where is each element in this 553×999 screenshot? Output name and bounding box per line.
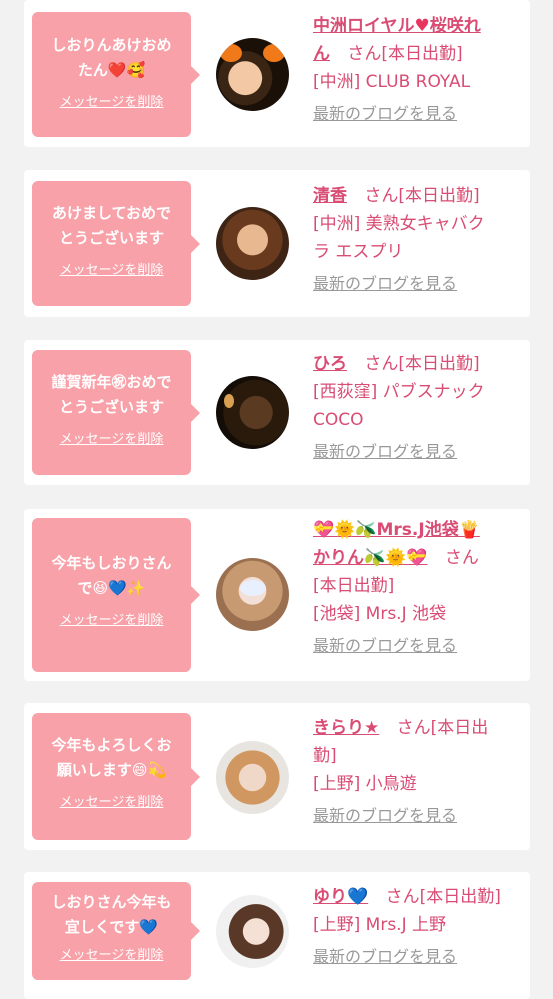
message-card: しおりさん今年も 宜しくです💙 メッセージを削除 ゆり💙 さん[本日出勤] [上… xyxy=(24,872,530,999)
sender-name-link[interactable]: かりん🫒🌞💝 xyxy=(313,548,428,568)
message-text-line: たん❤️🥰 xyxy=(77,61,146,79)
status-label: [本日出勤] xyxy=(398,354,480,374)
status-label: [本日出 xyxy=(430,718,489,738)
avatar[interactable] xyxy=(216,741,289,814)
message-text: しおりんあけおめ たん❤️🥰 xyxy=(32,12,191,83)
message-bubble: 今年もよろしくお 願いします😄💫 メッセージを削除 xyxy=(32,713,200,840)
message-text-line: 今年もしおりさん xyxy=(51,554,172,572)
sparkle-mask xyxy=(240,580,266,596)
message-text-line: で😆💙✨ xyxy=(77,579,146,597)
delete-message-link[interactable]: メッセージを削除 xyxy=(60,944,164,963)
shop-label: [中洲] CLUB ROYAL xyxy=(313,72,471,92)
message-text-line: 今年もよろしくお xyxy=(51,736,172,754)
latest-blog-link[interactable]: 最新のブログを見る xyxy=(313,632,523,660)
message-bubble: あけましておめで とうございます メッセージを削除 xyxy=(32,181,200,306)
message-text-line: しおりんあけおめ xyxy=(51,36,172,54)
message-text: 謹賀新年㊗おめで とうございます xyxy=(32,350,191,420)
message-bubble: 謹賀新年㊗おめで とうございます メッセージを削除 xyxy=(32,350,200,475)
message-card: しおりんあけおめ たん❤️🥰 メッセージを削除 中洲ロイヤル♥桜咲れ ん さん[… xyxy=(24,0,530,147)
lamp-light-icon xyxy=(224,394,234,408)
san-label: さん xyxy=(364,186,399,206)
latest-blog-link[interactable]: 最新のブログを見る xyxy=(313,802,523,830)
sender-info: 💝🌞🫒Mrs.J池袋🍟 かりん🫒🌞💝 さん [本日出勤] [池袋] Mrs.J … xyxy=(313,516,523,660)
avatar[interactable] xyxy=(216,38,289,111)
sender-info: 中洲ロイヤル♥桜咲れ ん さん[本日出勤] [中洲] CLUB ROYAL 最新… xyxy=(313,12,523,128)
shop-label: [中洲] 美熟女キャバク xyxy=(313,214,485,234)
sender-name-link[interactable]: きらり★ xyxy=(313,718,379,738)
status-label: [本日出勤] xyxy=(381,44,463,64)
pumpkin-icon xyxy=(263,44,285,62)
san-label: さん xyxy=(364,354,399,374)
message-text-line: 願いします😄💫 xyxy=(56,761,167,779)
latest-blog-link[interactable]: 最新のブログを見る xyxy=(313,943,523,971)
sender-name-link[interactable]: ゆり💙 xyxy=(313,887,368,907)
avatar[interactable] xyxy=(216,558,289,631)
shop-label: [上野] 小鳥遊 xyxy=(313,774,417,794)
shop-label: [池袋] Mrs.J 池袋 xyxy=(313,604,447,624)
delete-message-link[interactable]: メッセージを削除 xyxy=(60,91,164,110)
san-label: さん xyxy=(385,887,420,907)
latest-blog-link[interactable]: 最新のブログを見る xyxy=(313,100,523,128)
message-text-line: 宜しくです💙 xyxy=(64,918,159,936)
sender-name-link[interactable]: ん xyxy=(313,44,330,64)
status-label: 勤] xyxy=(313,746,337,766)
message-card: 今年もしおりさん で😆💙✨ メッセージを削除 💝🌞🫒Mrs.J池袋🍟 かりん🫒🌞… xyxy=(24,509,530,681)
message-text: 今年もよろしくお 願いします😄💫 xyxy=(32,713,191,783)
message-card: あけましておめで とうございます メッセージを削除 清香 さん[本日出勤] [中… xyxy=(24,170,530,317)
latest-blog-link[interactable]: 最新のブログを見る xyxy=(313,438,523,466)
status-label: [本日出勤] xyxy=(313,576,395,596)
shop-label: COCO xyxy=(313,410,364,430)
san-label: さん xyxy=(347,44,382,64)
shop-label: [上野] Mrs.J 上野 xyxy=(313,915,447,935)
delete-message-link[interactable]: メッセージを削除 xyxy=(60,259,164,278)
san-label: さん xyxy=(396,718,431,738)
message-bubble: しおりんあけおめ たん❤️🥰 メッセージを削除 xyxy=(32,12,200,137)
latest-blog-link[interactable]: 最新のブログを見る xyxy=(313,270,523,298)
avatar[interactable] xyxy=(216,895,289,968)
avatar[interactable] xyxy=(216,376,289,449)
sender-info: きらり★ さん[本日出 勤] [上野] 小鳥遊 最新のブログを見る xyxy=(313,714,523,830)
message-text: しおりさん今年も 宜しくです💙 xyxy=(32,882,191,940)
sender-name-link[interactable]: 💝🌞🫒Mrs.J池袋🍟 xyxy=(313,520,480,540)
status-label: [本日出勤] xyxy=(398,186,480,206)
pumpkin-icon xyxy=(220,44,242,62)
message-text-line: あけましておめで xyxy=(51,204,172,222)
sender-info: 清香 さん[本日出勤] [中洲] 美熟女キャバク ラ エスプリ 最新のブログを見… xyxy=(313,182,523,298)
delete-message-link[interactable]: メッセージを削除 xyxy=(60,791,164,810)
message-text-line: 謹賀新年㊗おめで xyxy=(51,373,172,391)
status-label: [本日出勤] xyxy=(419,887,501,907)
delete-message-link[interactable]: メッセージを削除 xyxy=(60,609,164,628)
message-bubble: しおりさん今年も 宜しくです💙 メッセージを削除 xyxy=(32,882,200,980)
shop-label: ラ エスプリ xyxy=(313,242,404,262)
message-text-line: とうございます xyxy=(58,398,164,416)
shop-label: [西荻窪] パブスナック xyxy=(313,382,485,402)
message-card: 謹賀新年㊗おめで とうございます メッセージを削除 ひろ さん[本日出勤] [西… xyxy=(24,340,530,485)
san-label: さん xyxy=(444,548,479,568)
message-text-line: しおりさん今年も xyxy=(51,893,172,911)
avatar[interactable] xyxy=(216,207,289,280)
sender-name-link[interactable]: ひろ xyxy=(313,354,347,374)
message-card: 今年もよろしくお 願いします😄💫 メッセージを削除 きらり★ さん[本日出 勤]… xyxy=(24,703,530,850)
message-text: あけましておめで とうございます xyxy=(32,181,191,251)
message-text-line: とうございます xyxy=(58,229,164,247)
message-text: 今年もしおりさん で😆💙✨ xyxy=(32,518,191,601)
delete-message-link[interactable]: メッセージを削除 xyxy=(60,428,164,447)
sender-name-link[interactable]: 中洲ロイヤル♥桜咲れ xyxy=(313,16,481,36)
message-bubble: 今年もしおりさん で😆💙✨ メッセージを削除 xyxy=(32,518,200,672)
sender-info: ひろ さん[本日出勤] [西荻窪] パブスナック COCO 最新のブログを見る xyxy=(313,350,523,466)
sender-name-link[interactable]: 清香 xyxy=(313,186,347,206)
sender-info: ゆり💙 さん[本日出勤] [上野] Mrs.J 上野 最新のブログを見る xyxy=(313,883,523,971)
